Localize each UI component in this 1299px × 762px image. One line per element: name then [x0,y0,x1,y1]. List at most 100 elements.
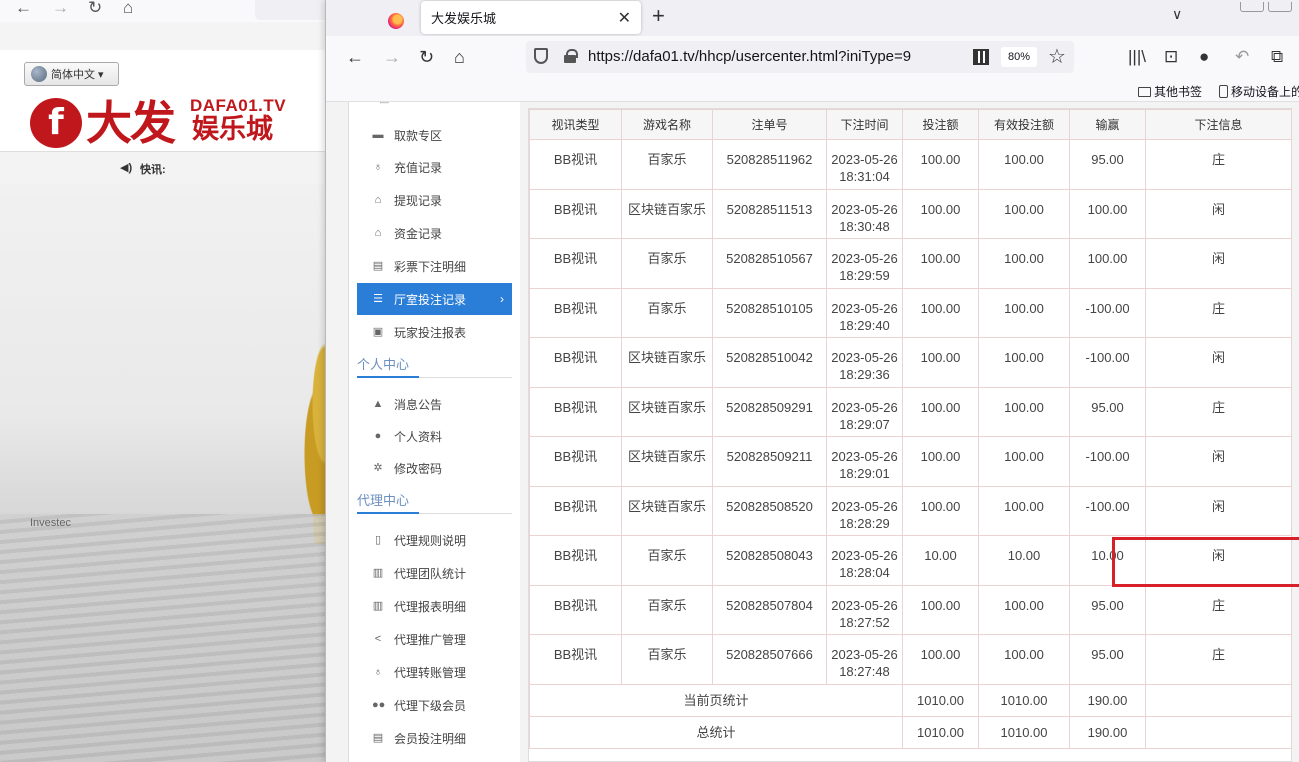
reload-icon[interactable]: ↻ [88,0,102,16]
cell-time: 2023-05-26 18:29:59 [826,238,903,289]
header-win[interactable]: 输赢 [1069,109,1146,140]
table-row: BB视讯 百家乐 520828507666 2023-05-26 18:27:48 100… [529,634,1292,685]
header-type[interactable]: 视讯类型 [529,109,622,140]
cell-date-part: 2023-05-26 [831,597,898,613]
chevron-down-icon[interactable]: ∨ [1172,6,1182,23]
detail-icon: ▤ [372,732,384,744]
background-url-bar[interactable] [255,0,325,20]
undo-icon[interactable]: ↶ [1235,47,1249,67]
grand-total-win: 190.00 [1069,715,1146,749]
zoom-badge[interactable]: 80% [1001,47,1038,67]
sidebar-item-withdraw-zone[interactable]: ▬ 取款专区 [357,120,512,150]
sidebar-item-player-report[interactable]: ▣ 玩家投注报表 [357,317,512,347]
forward-icon[interactable]: → [52,0,69,16]
new-tab-icon[interactable]: + [652,3,665,29]
sidebar-item-agent-rules[interactable]: ▯ 代理规则说明 [357,525,512,555]
sidebar-item-agent-team[interactable]: ▥ 代理团队统计 [357,558,512,588]
sidebar-item-deposit-records[interactable]: ♁ 充值记录 [357,152,512,182]
language-select[interactable]: 简体中文 ▾ [24,62,119,86]
table-row: BB视讯 百家乐 520828508043 2023-05-26 18:28:04 10.… [529,535,1292,586]
sidebar-item-label: 代理报表明细 [394,599,467,614]
back-icon[interactable]: ← [15,0,32,16]
sidebar-item-agent-report[interactable]: ▥ 代理报表明细 [357,591,512,621]
cell-bet: 100.00 [902,139,979,190]
cell-time-part: 18:29:59 [839,268,890,283]
sidebar-item-change-password[interactable]: ✲ 修改密码 [357,453,512,483]
header-valid-bet[interactable]: 有效投注额 [978,109,1070,140]
browser-window: 大发娱乐城 ✕ + ∨ ← → ↻ ⌂ https://dafa01.tv/hh… [325,0,1299,762]
bookmark-other[interactable]: 其他书签 [1138,83,1202,100]
cell-game: 百家乐 [621,634,713,685]
sidebar-item-withdraw-records[interactable]: ⌂ 提现记录 [357,185,512,215]
sidebar-item-lottery-bets[interactable]: ▤ 彩票下注明细 [357,251,512,281]
tab-active[interactable]: 大发娱乐城 ✕ [421,1,641,34]
cell-bet: 100.00 [902,238,979,289]
withdraw-icon: ⌂ [374,194,382,206]
cell-time-part: 18:28:04 [839,565,890,580]
chat-icon[interactable]: ● [1199,47,1209,67]
lock-icon[interactable] [564,49,578,63]
window-controls[interactable] [1240,0,1296,15]
star-icon[interactable]: ☆ [1048,44,1066,69]
sidebar-item-label: 充值记录 [394,160,443,175]
cell-time: 2023-05-26 18:28:29 [826,485,903,536]
cell-bet-id: 520828507666 [712,634,827,685]
library-icon[interactable]: |||\ [1128,47,1146,67]
table-row: BB视讯 区块链百家乐 520828510042 2023-05-26 18:29:36… [529,337,1292,388]
header-bet[interactable]: 投注额 [902,109,979,140]
sidebar-item-agent-transfer[interactable]: ♁ 代理转账管理 [357,657,512,687]
user-icon: ● [374,430,382,442]
url-bar[interactable]: https://dafa01.tv/hhcp/usercenter.html?i… [526,41,1074,73]
chevron-right-icon: › [500,292,504,306]
table-row: BB视讯 百家乐 520828507804 2023-05-26 18:27:52 100… [529,584,1292,635]
qr-code-icon[interactable] [973,49,989,65]
extensions-icon[interactable]: ⧉ [1271,47,1283,67]
header-info[interactable]: 下注信息 [1145,109,1292,140]
close-icon[interactable]: ✕ [618,8,631,28]
sidebar-item-label: 修改密码 [394,461,443,476]
tab-firefox[interactable] [376,6,416,36]
cell-time: 2023-05-26 18:29:40 [826,287,903,338]
logo-subtitle: 娱乐城 [192,114,273,145]
home-icon[interactable]: ⌂ [454,46,465,68]
logo-text[interactable]: 大发 [86,96,176,150]
sidebar: ▭ ▬ 取款专区 ♁ 充值记录 ⌂ 提现记录 ⌂ 资金记录 ▤ 彩票下注明细 ☰ 厅室投注记… [348,102,520,762]
shield-icon[interactable] [534,48,548,64]
sidebar-item-profile[interactable]: ● 个人资料 [357,421,512,451]
cell-bet-id: 520828510042 [712,337,827,388]
sidebar-item-announcements[interactable]: ▲ 消息公告 [357,389,512,419]
sidebar-item-agent-promotion[interactable]: < 代理推广管理 [357,624,512,654]
sidebar-item-label: 代理团队统计 [394,566,467,581]
back-icon[interactable]: ← [346,46,364,68]
cell-game: 百家乐 [621,535,713,586]
sidebar-item-hall-bets[interactable]: ☰ 厅室投注记录 › [357,283,512,315]
cell-bet-id: 520828510105 [712,287,827,338]
header-game[interactable]: 游戏名称 [621,109,713,140]
cell-valid-bet: 100.00 [978,238,1070,289]
header-bet-id[interactable]: 注单号 [712,109,827,140]
crop-icon[interactable]: ⊡ [1164,47,1178,67]
news-bar: ◀) 快讯: [0,152,325,184]
reload-icon[interactable]: ↻ [419,46,434,68]
header-time[interactable]: 下注时间 [826,109,903,140]
cell-type: BB视讯 [529,287,622,338]
page-total-row: 当前页统计 1010.00 1010.00 190.00 [529,683,1292,717]
sidebar-item-agent-members[interactable]: ●● 代理下级会员 [357,690,512,720]
cell-bet: 100.00 [902,337,979,388]
forward-icon[interactable]: → [383,46,401,68]
cell-date-part: 2023-05-26 [831,449,898,464]
logo-mark[interactable]: f [30,98,82,148]
sidebar-item-member-bets[interactable]: ▤ 会员投注明细 [357,723,512,753]
sidebar-item-funds-records[interactable]: ⌂ 资金记录 [357,218,512,248]
url-text[interactable]: https://dafa01.tv/hhcp/usercenter.html?i… [588,48,911,65]
page-total-label: 当前页统计 [529,683,903,717]
cell-date-part: 2023-05-26 [831,152,898,167]
page-total-valid: 1010.00 [978,683,1070,717]
page-content: ▭ ▬ 取款专区 ♁ 充值记录 ⌂ 提现记录 ⌂ 资金记录 ▤ 彩票下注明细 ☰ 厅室投注记… [326,102,1299,762]
cell-time: 2023-05-26 18:27:52 [826,584,903,635]
cell-bet-id: 520828511962 [712,139,827,190]
home-icon[interactable]: ⌂ [123,0,133,16]
bookmark-mobile[interactable]: 移动设备上的 [1219,83,1299,100]
cell-date-part: 2023-05-26 [831,300,898,316]
grand-total-empty [1145,715,1292,749]
